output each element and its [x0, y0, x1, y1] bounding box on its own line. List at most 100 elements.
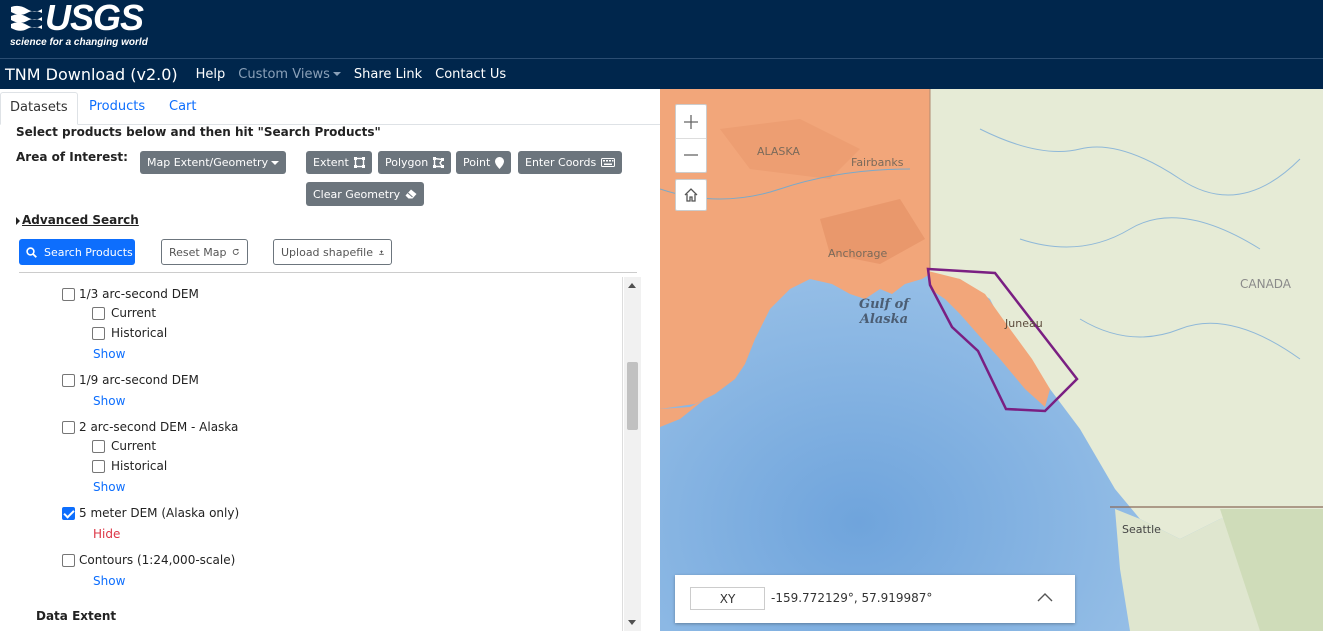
nav-share-link[interactable]: Share Link: [354, 67, 422, 82]
logo-tagline: science for a changing world: [10, 37, 148, 48]
search-products-label: Search Products: [44, 245, 133, 259]
dataset-item[interactable]: 1/3 arc-second DEM: [62, 287, 199, 301]
usgs-wave-icon: [11, 5, 42, 31]
tab-datasets[interactable]: Datasets: [0, 92, 78, 125]
show-toggle-link[interactable]: Show: [93, 480, 125, 494]
upload-shapefile-label: Upload shapefile: [281, 245, 373, 259]
dataset-item[interactable]: Contours (1:24,000-scale): [62, 553, 235, 567]
dataset-item[interactable]: 5 meter DEM (Alaska only): [62, 506, 239, 520]
coordinate-widget: XY -159.772129°, 57.919987°: [675, 575, 1075, 623]
dataset-checkbox[interactable]: [62, 420, 75, 434]
dataset-label: 1/9 arc-second DEM: [79, 373, 199, 387]
caret-down-icon: [271, 160, 280, 165]
reset-map-button[interactable]: Reset Map: [161, 239, 248, 265]
scrollbar-thumb[interactable]: [627, 362, 638, 430]
coordinate-readout: -159.772129°, 57.919987°: [771, 591, 933, 605]
tab-cart[interactable]: Cart: [160, 92, 206, 125]
home-icon: [684, 188, 698, 202]
nav-help[interactable]: Help: [196, 67, 226, 82]
polygon-button[interactable]: Polygon: [378, 151, 452, 174]
instruction-text: Select products below and then hit "Sear…: [16, 125, 381, 139]
show-toggle-link[interactable]: Show: [93, 347, 125, 361]
map-label-fairbanks: Fairbanks: [851, 156, 904, 169]
dataset-item[interactable]: 2 arc-second DEM - Alaska: [62, 420, 238, 434]
home-button[interactable]: [675, 179, 707, 211]
nav-contact-us[interactable]: Contact Us: [435, 67, 506, 82]
scroll-up-arrow-icon[interactable]: [628, 283, 636, 288]
zoom-out-button[interactable]: [676, 138, 706, 171]
subitem-label: Current: [111, 306, 157, 320]
caret-right-icon: [16, 216, 20, 225]
enter-coords-button[interactable]: Enter Coords: [518, 151, 623, 174]
gulf-line-2: Alaska: [859, 312, 909, 327]
nav-custom-views-label: Custom Views: [238, 66, 330, 82]
polygon-icon: [433, 157, 445, 168]
panel-tabs: Datasets Products Cart: [0, 89, 660, 125]
extent-button[interactable]: Extent: [306, 151, 372, 174]
zoom-in-button[interactable]: [676, 105, 706, 138]
tab-products[interactable]: Products: [80, 92, 154, 125]
gulf-line-1: Gulf of: [859, 297, 909, 312]
section-heading: Data Extent: [36, 609, 117, 623]
point-button[interactable]: Point: [456, 151, 512, 174]
minus-icon: [684, 154, 698, 156]
eraser-icon: [405, 189, 417, 199]
main-navbar: TNM Download (v2.0) Help Custom Views Sh…: [0, 58, 1323, 89]
dataset-label: 1/3 arc-second DEM: [79, 287, 199, 301]
scroll-down-arrow-icon[interactable]: [628, 620, 636, 625]
coord-mode-selector[interactable]: XY: [690, 587, 765, 610]
dataset-list-scrollbar[interactable]: [624, 277, 641, 631]
subitem-checkbox[interactable]: [92, 306, 105, 320]
extent-icon: [353, 157, 365, 168]
extent-button-label: Extent: [313, 156, 349, 169]
dataset-label: 2 arc-second DEM - Alaska: [79, 420, 239, 434]
usgs-banner: USGS science for a changing world: [0, 0, 1323, 58]
map-view[interactable]: ALASKA Fairbanks Anchorage Gulf of Alaska…: [660, 89, 1323, 631]
dataset-subitem[interactable]: Historical: [92, 459, 167, 473]
show-toggle-link[interactable]: Show: [93, 394, 125, 408]
show-toggle-link[interactable]: Show: [93, 574, 125, 588]
dataset-checkbox[interactable]: [62, 373, 75, 387]
upload-icon: [379, 249, 384, 255]
map-label-juneau: Juneau: [1005, 317, 1043, 330]
zoom-control: [675, 104, 707, 173]
reset-map-label: Reset Map: [169, 245, 227, 259]
advanced-search-toggle[interactable]: Advanced Search: [16, 213, 139, 227]
subitem-label: Historical: [111, 326, 168, 340]
caret-down-icon: [332, 72, 341, 76]
datasets-panel: Datasets Products Cart Select products b…: [0, 89, 660, 631]
search-products-button[interactable]: Search Products: [19, 239, 135, 265]
clear-geometry-button[interactable]: Clear Geometry: [306, 182, 425, 206]
divider: [19, 272, 637, 273]
refresh-icon: [233, 248, 240, 255]
advanced-search-label: Advanced Search: [22, 213, 139, 227]
subitem-checkbox[interactable]: [92, 326, 105, 340]
map-label-alaska: ALASKA: [757, 145, 800, 158]
app-title[interactable]: TNM Download (v2.0): [5, 65, 178, 84]
dataset-subitem[interactable]: Current: [92, 439, 156, 453]
dataset-label: 5 meter DEM (Alaska only): [79, 506, 240, 520]
upload-shapefile-button[interactable]: Upload shapefile: [273, 239, 392, 265]
plus-icon: [684, 114, 698, 129]
enter-coords-button-label: Enter Coords: [525, 156, 597, 169]
map-label-seattle: Seattle: [1122, 523, 1161, 536]
subitem-checkbox[interactable]: [92, 459, 105, 473]
hide-toggle-link[interactable]: Hide: [93, 527, 120, 541]
dataset-checkbox[interactable]: [62, 553, 75, 567]
aoi-label: Area of Interest:: [16, 150, 128, 164]
subitem-checkbox[interactable]: [92, 439, 105, 453]
nav-custom-views[interactable]: Custom Views: [238, 67, 341, 82]
map-marker-icon: [495, 156, 505, 169]
dataset-checkbox-checked[interactable]: [62, 506, 75, 520]
dataset-label: Contours (1:24,000-scale): [79, 553, 236, 567]
dataset-subitem[interactable]: Current: [92, 306, 156, 320]
usgs-logo[interactable]: USGS science for a changing world: [9, 0, 148, 49]
dataset-list[interactable]: 1/3 arc-second DEM Current Historical Sh…: [0, 277, 623, 631]
dataset-item[interactable]: 1/9 arc-second DEM: [62, 373, 199, 387]
dataset-checkbox[interactable]: [62, 287, 75, 301]
dataset-subitem[interactable]: Historical: [92, 326, 167, 340]
map-label-canada: CANADA: [1240, 277, 1292, 291]
aoi-dropdown[interactable]: Map Extent/Geometry: [140, 151, 287, 174]
basemap: [660, 89, 1323, 631]
chevron-up-icon[interactable]: [1037, 592, 1053, 602]
